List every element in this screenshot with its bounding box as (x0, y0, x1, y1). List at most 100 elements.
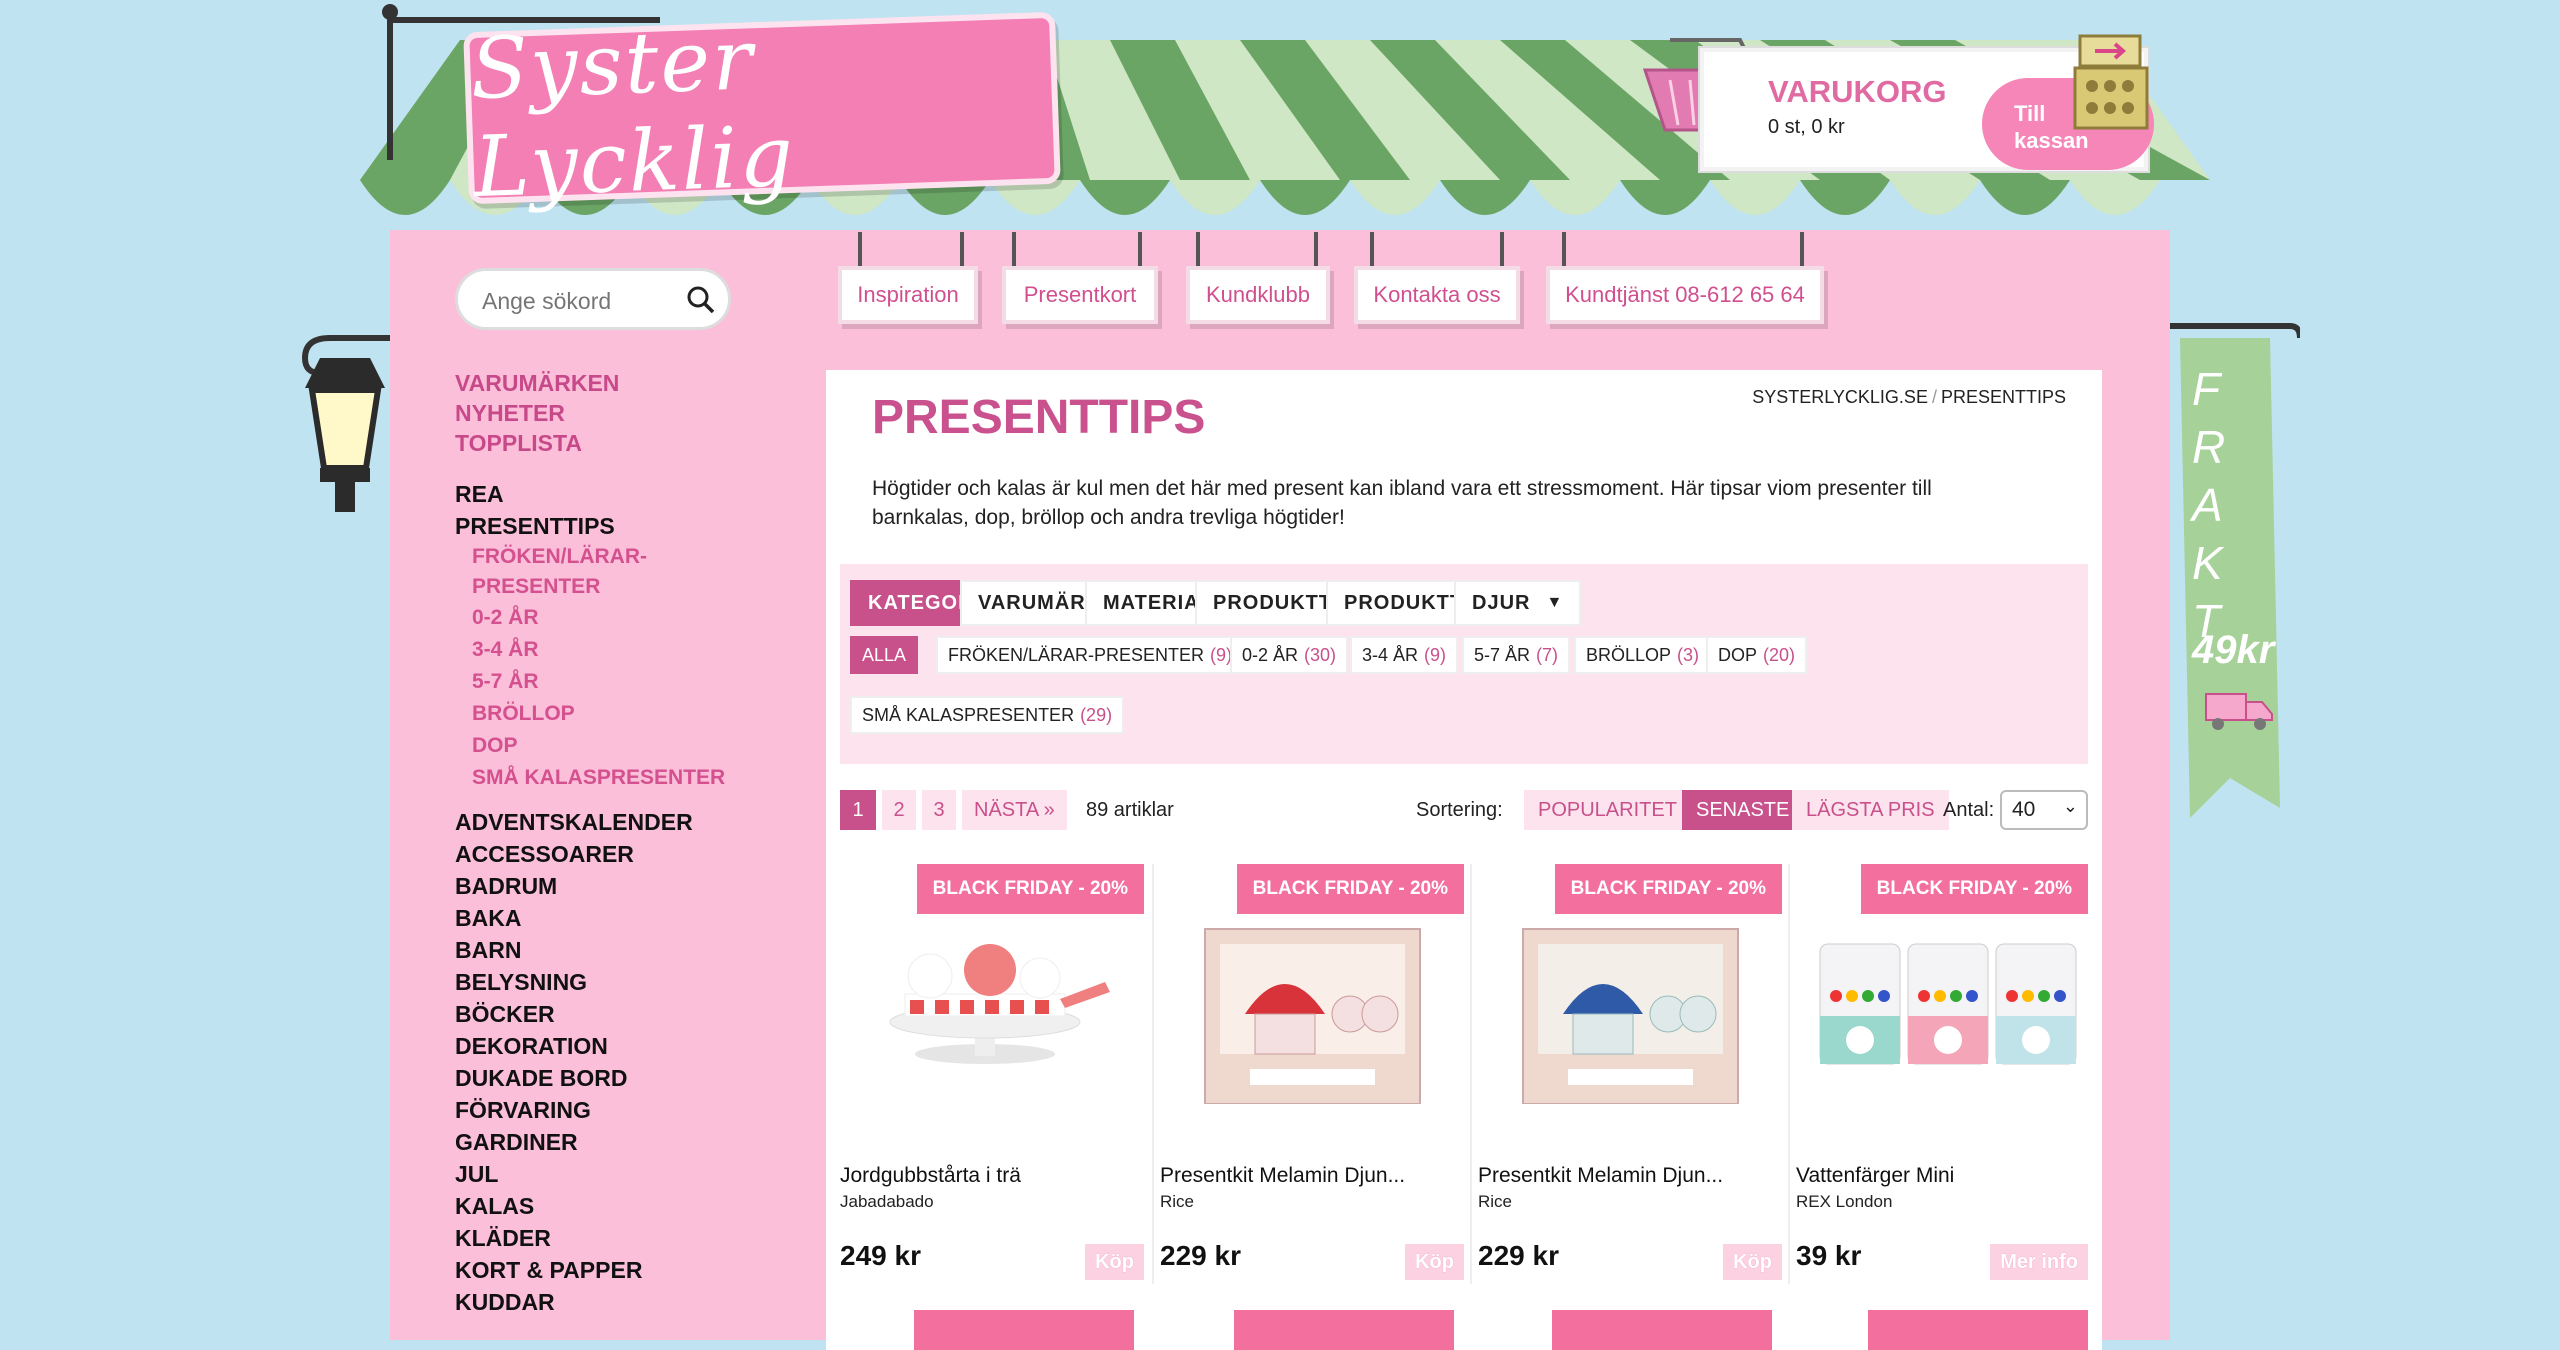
sort-senaste[interactable]: SENASTE (1682, 790, 1804, 830)
buy-button[interactable]: Köp (1085, 1244, 1144, 1280)
antal-select[interactable]: 40 ⌄ (2000, 790, 2088, 830)
chip-5-7-count: (7) (1536, 644, 1559, 665)
product-card[interactable]: BLACK FRIDAY - 20% Presentkit Melamin Dj… (1152, 864, 1464, 1324)
sidebar-cat-adventskalender[interactable]: ADVENTSKALENDER (455, 806, 795, 838)
product-image-strawberry-cake[interactable] (840, 904, 1144, 1104)
nav-kontakta-oss[interactable]: Kontakta oss (1354, 266, 1520, 324)
product-card[interactable]: BLACK FRIDAY - 20% Presentkit Melamin Dj… (1470, 864, 1782, 1324)
product-image-melamine-set[interactable] (1160, 904, 1464, 1104)
sidebar-sub-3-4[interactable]: 3-4 ÅR (455, 634, 795, 666)
chip-froken-label: FRÖKEN/LÄRAR-PRESENTER (948, 644, 1205, 665)
breadcrumb-separator: / (1931, 387, 1937, 407)
logo-text: Syster Lycklig (468, 10, 797, 217)
sidebar-cat-dukade-bord[interactable]: DUKADE BORD (455, 1062, 795, 1094)
page-2[interactable]: 2 (882, 790, 916, 830)
sidebar-cat-accessoarer[interactable]: ACCESSOARER (455, 838, 795, 870)
page-1[interactable]: 1 (840, 790, 876, 830)
buy-button[interactable]: Köp (1723, 1244, 1782, 1280)
sidebar-sub-froken-line1: FRÖKEN/LÄRAR- (472, 545, 647, 568)
chip-sma-kalas[interactable]: SMÅ KALASPRESENTER (29) (850, 696, 1125, 734)
sidebar-sub-kalas[interactable]: SMÅ KALASPRESENTER (455, 762, 795, 794)
sidebar-sub-froken-line2: PRESENTER (472, 575, 601, 598)
chip-0-2[interactable]: 0-2 ÅR (30) (1230, 636, 1349, 674)
sidebar-cat-baka[interactable]: BAKA (455, 902, 795, 934)
product-divider (1470, 864, 1472, 1284)
sidebar-presenttips[interactable]: PRESENTTIPS (455, 510, 795, 542)
search-box[interactable] (455, 268, 731, 330)
product-name[interactable]: Vattenfärger Mini (1796, 1164, 1954, 1188)
sidebar-cat-jul[interactable]: JUL (455, 1158, 795, 1190)
sidebar-rea[interactable]: REA (455, 478, 795, 510)
product-name[interactable]: Presentkit Melamin Djun... (1478, 1164, 1723, 1188)
sort-popularitet[interactable]: POPULARITET (1524, 790, 1691, 830)
chip-dop[interactable]: DOP (20) (1706, 636, 1808, 674)
nav-inspiration[interactable]: Inspiration (838, 266, 978, 324)
chip-5-7[interactable]: 5-7 ÅR (7) (1462, 636, 1571, 674)
sidebar-cat-bocker[interactable]: BÖCKER (455, 998, 795, 1030)
product-card[interactable]: BLACK FRIDAY - 20% Vattenfärger Mini REX… (1788, 864, 2088, 1324)
chip-brollop-label: BRÖLLOP (1586, 644, 1672, 665)
frakt-price: 49kr (2192, 628, 2275, 672)
filter-djur[interactable]: DJUR ▼ (1454, 580, 1582, 626)
sidebar-cat-badrum[interactable]: BADRUM (455, 870, 795, 902)
page-3[interactable]: 3 (922, 790, 956, 830)
more-info-button[interactable]: Mer info (1990, 1244, 2088, 1280)
chevron-down-icon: ⌄ (2062, 796, 2078, 816)
filter-panel: KATEGORI▲ VARUMÄRKE▼ MATERIAL▼ PRODUKTTY… (840, 564, 2088, 764)
filter-djur-label: DJUR (1472, 591, 1531, 614)
chip-dop-count: (20) (1763, 644, 1796, 665)
chip-3-4-label: 3-4 ÅR (1362, 644, 1419, 665)
search-input[interactable] (480, 285, 684, 317)
sidebar-cat-belysning[interactable]: BELYSNING (455, 966, 795, 998)
sidebar-cat-forvaring[interactable]: FÖRVARING (455, 1094, 795, 1126)
product-name[interactable]: Presentkit Melamin Djun... (1160, 1164, 1405, 1188)
sort-lagsta-pris[interactable]: LÄGSTA PRIS (1792, 790, 1949, 830)
sidebar-cat-gardiner[interactable]: GARDINER (455, 1126, 795, 1158)
chip-alla[interactable]: ALLA (850, 636, 919, 674)
sidebar-sub-dop[interactable]: DOP (455, 730, 795, 762)
chip-brollop[interactable]: BRÖLLOP (3) (1574, 636, 1712, 674)
product-card[interactable]: BLACK FRIDAY - 20% Jordgubbstårta i trä … (840, 864, 1144, 1324)
product-image-watercolors[interactable] (1796, 904, 2100, 1104)
product-divider (1788, 864, 1790, 1284)
chip-3-4[interactable]: 3-4 ÅR (9) (1350, 636, 1459, 674)
sidebar-cat-kort-papper[interactable]: KORT & PAPPER (455, 1254, 795, 1286)
street-lamp-decoration (301, 335, 390, 512)
sort-label: Sortering: (1416, 799, 1503, 821)
product-brand: REX London (1796, 1192, 1893, 1211)
cart-title: VARUKORG (1768, 74, 1947, 109)
product-name[interactable]: Jordgubbstårta i trä (840, 1164, 1021, 1188)
sidebar-cat-dekoration[interactable]: DEKORATION (455, 1030, 795, 1062)
chip-0-2-label: 0-2 ÅR (1242, 644, 1299, 665)
product-brand: Rice (1160, 1192, 1195, 1211)
sidebar-cat-klader[interactable]: KLÄDER (455, 1222, 795, 1254)
truck-icon (2205, 693, 2273, 730)
intro-text: Högtider och kalas är kul men det här me… (872, 477, 1932, 529)
sale-badge-partial (914, 1310, 1134, 1350)
page-title: PRESENTTIPS (872, 391, 1206, 444)
product-image-melamine-set-blue[interactable] (1478, 904, 1782, 1104)
article-count: 89 artiklar (1086, 799, 1174, 821)
sidebar-nyheter[interactable]: NYHETER (455, 398, 795, 428)
chip-alla-label: ALLA (862, 644, 907, 665)
breadcrumb-current: PRESENTTIPS (1940, 387, 2066, 407)
nav-kundtjanst[interactable]: Kundtjänst 08-612 65 64 (1546, 266, 1824, 324)
breadcrumb-home[interactable]: SYSTERLYCKLIG.SE (1752, 387, 1928, 407)
search-icon[interactable] (686, 285, 716, 315)
logo-sign[interactable]: Syster Lycklig (463, 10, 1061, 216)
sidebar-sub-5-7[interactable]: 5-7 ÅR (455, 666, 795, 698)
nav-kundklubb[interactable]: Kundklubb (1186, 266, 1330, 324)
nav-presentkort[interactable]: Presentkort (1002, 266, 1158, 324)
buy-button[interactable]: Köp (1405, 1244, 1464, 1280)
cart-status: 0 st, 0 kr (1768, 116, 1845, 138)
page-next[interactable]: NÄSTA » (962, 790, 1067, 830)
sidebar-topplista[interactable]: TOPPLISTA (455, 428, 795, 458)
sidebar-sub-froken[interactable]: FRÖKEN/LÄRAR- PRESENTER (455, 542, 795, 602)
sidebar-cat-kalas[interactable]: KALAS (455, 1190, 795, 1222)
sidebar-varumarken[interactable]: VARUMÄRKEN (455, 368, 795, 398)
sidebar-sub-brollop[interactable]: BRÖLLOP (455, 698, 795, 730)
sidebar-sub-0-2[interactable]: 0-2 ÅR (455, 602, 795, 634)
chip-froken[interactable]: FRÖKEN/LÄRAR-PRESENTER (9) (936, 636, 1245, 674)
sidebar-cat-kuddar[interactable]: KUDDAR (455, 1286, 795, 1318)
sidebar-cat-barn[interactable]: BARN (455, 934, 795, 966)
